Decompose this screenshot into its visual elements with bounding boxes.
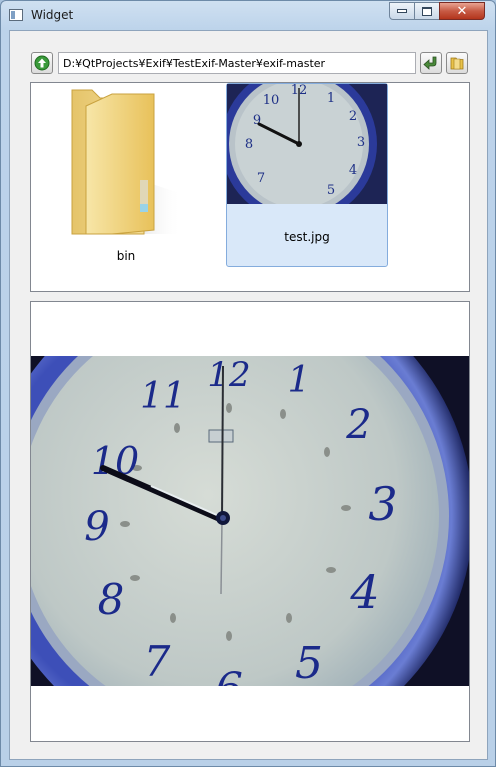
open-folder-icon <box>450 57 464 70</box>
image-preview-panel: 12 1 2 3 4 5 6 7 8 9 10 11 <box>30 301 470 742</box>
maximize-icon <box>422 6 432 16</box>
clock-numeral: 8 <box>98 575 125 624</box>
folder-icon <box>71 89 182 235</box>
clock-numeral: 7 <box>144 637 171 686</box>
maximize-button[interactable] <box>414 2 440 20</box>
thumb-clock-numeral: 5 <box>327 183 335 198</box>
file-item-label: bin <box>116 249 136 263</box>
return-arrow-icon <box>423 56 437 70</box>
clock-numeral: 1 <box>288 360 311 401</box>
up-directory-button[interactable] <box>31 52 53 74</box>
thumb-clock-numeral: 2 <box>349 109 357 124</box>
image-thumbnail: 12 1 2 3 4 5 7 8 9 10 <box>227 84 387 204</box>
file-item-test-jpg[interactable]: 12 1 2 3 4 5 7 8 9 10 test.jpg <box>226 83 388 267</box>
clock-numeral: 12 <box>207 356 250 395</box>
thumb-clock-numeral: 3 <box>357 135 365 150</box>
window-title: Widget <box>31 8 74 22</box>
minimize-icon <box>397 9 407 13</box>
clock-numeral: 2 <box>345 402 371 448</box>
thumb-clock-numeral: 1 <box>327 91 335 106</box>
title-bar[interactable]: Widget ✕ <box>1 1 495 30</box>
client-area: bin 12 1 2 3 4 5 7 8 9 10 <box>9 30 488 760</box>
thumb-clock-numeral: 4 <box>349 163 357 178</box>
clock-numeral: 3 <box>368 477 397 531</box>
path-input[interactable] <box>58 52 416 74</box>
thumb-clock-numeral: 10 <box>263 93 280 108</box>
browse-folder-button[interactable] <box>446 52 468 74</box>
clock-numeral: 9 <box>84 504 109 550</box>
window-app-icon <box>9 9 23 21</box>
preview-image: 12 1 2 3 4 5 6 7 8 9 10 11 <box>31 356 469 686</box>
thumb-clock-numeral: 7 <box>257 171 265 186</box>
file-list-view[interactable]: bin 12 1 2 3 4 5 7 8 9 10 test.jpg <box>30 82 470 292</box>
close-button[interactable]: ✕ <box>439 2 485 20</box>
go-button[interactable] <box>420 52 442 74</box>
file-item-label: test.jpg <box>284 230 330 244</box>
app-window: Widget ✕ D:¥QtProjects¥Exif¥TestExif-Mas… <box>0 0 496 767</box>
close-icon: ✕ <box>456 3 468 19</box>
arrow-up-circle-icon <box>34 55 50 71</box>
minimize-button[interactable] <box>389 2 415 20</box>
clock-numeral: 6 <box>215 664 243 686</box>
clock-numeral: 5 <box>295 638 323 686</box>
thumb-clock-numeral: 8 <box>245 137 253 152</box>
clock-numeral: 11 <box>140 376 186 417</box>
file-item-bin[interactable]: bin <box>45 83 207 267</box>
clock-numeral: 4 <box>349 565 379 619</box>
